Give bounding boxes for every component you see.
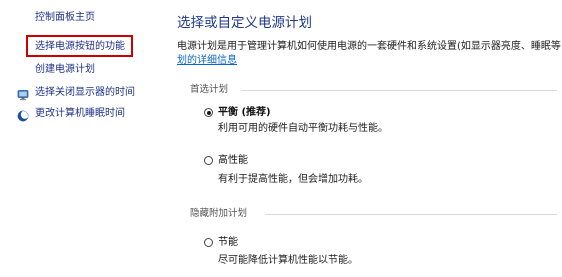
preferred-plans-label: 首选计划 (190, 84, 229, 95)
plan-power-saver-desc: 尽可能降低计算机性能以节能。 (218, 255, 358, 266)
hidden-plans-label: 隐藏附加计划 (190, 208, 248, 219)
page-title: 选择或自定义电源计划 (177, 15, 312, 31)
plan-power-saver-radio[interactable] (204, 238, 213, 247)
page-description: 电源计划是用于管理计算机如何使用电源的一套硬件和系统设置(如显示器亮度、睡眠等 (177, 41, 561, 52)
monitor-icon (17, 86, 29, 101)
details-link[interactable]: 划的详细信息 (177, 54, 237, 67)
plan-high-performance-desc: 有利于提高性能，但会增加功耗。 (218, 174, 368, 185)
plan-high-performance-radio[interactable] (204, 156, 213, 165)
sidebar-home-link[interactable]: 控制面板主页 (35, 11, 95, 25)
group-divider (265, 214, 557, 215)
sidebar-item-power-button[interactable]: 选择电源按钮的功能 (35, 40, 125, 54)
sidebar-item-sleep-time[interactable]: 更改计算机睡眠时间 (35, 107, 125, 121)
sidebar: 控制面板主页 选择电源按钮的功能 创建电源计划 选择关闭显示器的时间 更改计算机… (0, 0, 168, 277)
sidebar-item-display-off[interactable]: 选择关闭显示器的时间 (35, 86, 135, 100)
moon-icon (17, 107, 30, 122)
main-panel: 选择或自定义电源计划 电源计划是用于管理计算机如何使用电源的一套硬件和系统设置(… (177, 0, 562, 277)
sidebar-item-create-plan[interactable]: 创建电源计划 (35, 63, 95, 77)
plan-high-performance-name[interactable]: 高性能 (218, 154, 248, 167)
group-divider (241, 90, 557, 91)
plan-balanced-radio[interactable] (204, 108, 213, 117)
plan-balanced-name[interactable]: 平衡 (推荐) (218, 106, 271, 119)
plan-power-saver-name[interactable]: 节能 (218, 236, 238, 249)
plan-balanced-desc: 利用可用的硬件自动平衡功耗与性能。 (218, 123, 388, 134)
